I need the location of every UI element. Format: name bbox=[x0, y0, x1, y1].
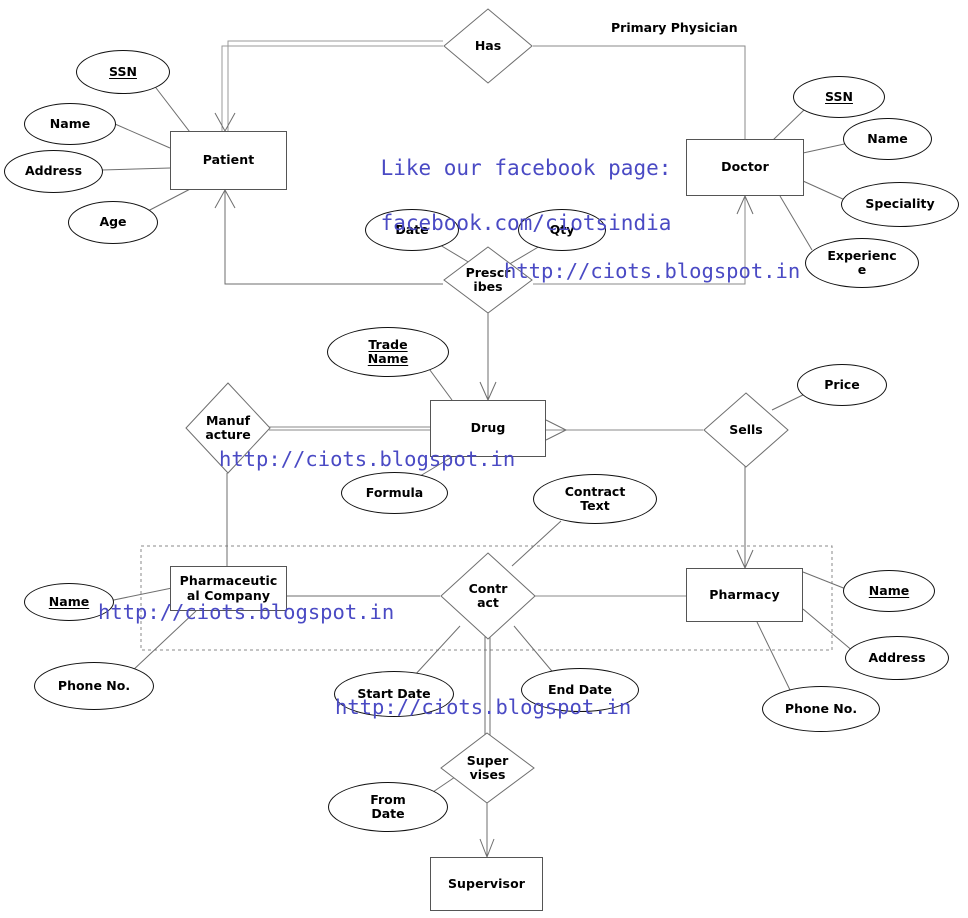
attribute-doctor-speciality-label: Speciality bbox=[865, 196, 935, 212]
attribute-patient-ssn-label: SSN bbox=[109, 63, 137, 79]
tradename-line1: Trade bbox=[368, 336, 408, 352]
entity-supervisor-label: Supervisor bbox=[447, 875, 526, 891]
watermark-blog-url-1: http://ciots.blogspot.in bbox=[504, 259, 801, 283]
contract-text-line2: Text bbox=[580, 498, 610, 513]
er-diagram-canvas: Patient Doctor Drug Pharmaceutic al Comp… bbox=[0, 0, 968, 918]
attribute-doctor-name[interactable]: Name bbox=[843, 118, 932, 160]
supervises-line2: vises bbox=[469, 767, 506, 782]
company-label-line1: Pharmaceutic bbox=[179, 572, 278, 588]
attribute-doctor-ssn[interactable]: SSN bbox=[793, 76, 885, 118]
attribute-drug-tradename[interactable]: Trade Name bbox=[327, 327, 449, 377]
fromdate-line1: From bbox=[370, 791, 406, 807]
edge-pharmacy-address bbox=[802, 608, 855, 653]
watermark-facebook-promo: Like our facebook page: facebook.com/cio… bbox=[330, 128, 672, 264]
watermark-blog-url-3: http://ciots.blogspot.in bbox=[98, 600, 395, 624]
attribute-drug-tradename-label: Trade Name bbox=[367, 336, 409, 367]
entity-pharmacy[interactable]: Pharmacy bbox=[686, 568, 803, 622]
attribute-drug-formula[interactable]: Formula bbox=[341, 472, 448, 514]
entity-drug-label: Drug bbox=[470, 420, 506, 436]
relationship-supervises-label: Super vises bbox=[467, 754, 509, 782]
edge-doctor-speciality bbox=[802, 180, 846, 201]
attribute-patient-ssn[interactable]: SSN bbox=[76, 50, 170, 94]
entity-doctor[interactable]: Doctor bbox=[686, 139, 804, 196]
attribute-doctor-experience[interactable]: Experienc e bbox=[805, 238, 919, 288]
attribute-pharmacy-phone-label: Phone No. bbox=[784, 700, 858, 716]
edge-pharmacy-phone bbox=[756, 621, 791, 691]
attribute-patient-name[interactable]: Name bbox=[24, 103, 116, 145]
edge-has-doctor bbox=[533, 45, 746, 139]
attribute-pharmacy-phone[interactable]: Phone No. bbox=[762, 686, 880, 732]
edge-doctor-experience bbox=[779, 195, 813, 251]
attribute-contract-text-label: Contract Text bbox=[564, 483, 626, 514]
tradename-line2: Name bbox=[367, 351, 409, 366]
attribute-contract-text[interactable]: Contract Text bbox=[533, 474, 657, 524]
contract-text-line1: Contract bbox=[564, 483, 626, 499]
attribute-sells-price-label: Price bbox=[824, 376, 860, 392]
attribute-pharmacy-name-label: Name bbox=[868, 582, 910, 598]
attribute-doctor-ssn-label: SSN bbox=[825, 88, 853, 104]
relationship-manufacture-label: Manuf acture bbox=[205, 414, 250, 442]
entity-pharmacy-label: Pharmacy bbox=[709, 586, 780, 602]
attribute-sells-price[interactable]: Price bbox=[797, 364, 887, 406]
edge-doctor-ssn-line bbox=[771, 109, 805, 142]
manufacture-line2: acture bbox=[205, 427, 251, 442]
attribute-patient-address[interactable]: Address bbox=[4, 150, 103, 193]
attribute-doctor-speciality[interactable]: Speciality bbox=[841, 182, 959, 227]
relationship-contract-label: Contr act bbox=[469, 582, 508, 610]
watermark-blog-url-4: http://ciots.blogspot.in bbox=[335, 695, 632, 719]
edge-patient-has-inner bbox=[227, 40, 443, 131]
attribute-company-phone-label: Phone No. bbox=[57, 677, 131, 693]
entity-supervisor[interactable]: Supervisor bbox=[430, 857, 543, 911]
entity-patient-label: Patient bbox=[202, 152, 255, 168]
contract-line2: act bbox=[477, 595, 499, 610]
fromdate-line2: Date bbox=[371, 806, 405, 821]
attribute-doctor-experience-label: Experienc e bbox=[827, 247, 897, 278]
watermark-facebook-line2: facebook.com/ciotsindia bbox=[380, 210, 672, 235]
crowfoot-patient-top bbox=[214, 112, 236, 132]
attribute-pharmacy-address[interactable]: Address bbox=[845, 636, 949, 680]
edge-patient-address bbox=[101, 167, 171, 171]
relationship-has-label: Has bbox=[474, 38, 502, 53]
attribute-patient-age-label: Age bbox=[99, 214, 127, 230]
relationship-supervises[interactable]: Super vises bbox=[440, 732, 535, 804]
attribute-supervises-from-date[interactable]: From Date bbox=[328, 782, 448, 832]
watermark-blog-url-2: http://ciots.blogspot.in bbox=[219, 447, 516, 471]
edge-label-primary-physician: Primary Physician bbox=[611, 20, 738, 35]
entity-doctor-label: Doctor bbox=[721, 159, 769, 175]
attribute-doctor-name-label: Name bbox=[867, 130, 908, 146]
experience-line2: e bbox=[857, 262, 867, 277]
attribute-supervises-from-date-label: From Date bbox=[370, 791, 406, 822]
edge-patient-has-outer bbox=[221, 45, 443, 131]
attribute-patient-age[interactable]: Age bbox=[68, 201, 158, 244]
attribute-pharmacy-name[interactable]: Name bbox=[843, 570, 935, 612]
entity-patient[interactable]: Patient bbox=[170, 131, 287, 190]
manufacture-line1: Manuf bbox=[205, 413, 251, 428]
relationship-sells[interactable]: Sells bbox=[703, 392, 789, 468]
attribute-company-name-label: Name bbox=[48, 593, 90, 609]
edge-patient-name bbox=[114, 123, 171, 149]
watermark-facebook-line1: Like our facebook page: bbox=[380, 156, 672, 181]
attribute-company-phone[interactable]: Phone No. bbox=[34, 662, 154, 710]
supervises-line1: Super bbox=[466, 753, 509, 768]
relationship-sells-label: Sells bbox=[729, 422, 763, 437]
edge-doctor-name bbox=[802, 142, 850, 154]
attribute-patient-name-label: Name bbox=[49, 115, 91, 131]
relationship-has[interactable]: Has bbox=[443, 8, 533, 84]
experience-line1: Experienc bbox=[827, 247, 897, 263]
prescribes-line2: ibes bbox=[473, 279, 503, 294]
relationship-contract[interactable]: Contr act bbox=[440, 552, 536, 640]
attribute-pharmacy-address-label: Address bbox=[868, 649, 926, 665]
attribute-drug-formula-label: Formula bbox=[365, 484, 424, 500]
attribute-patient-address-label: Address bbox=[24, 163, 83, 179]
contract-line1: Contr bbox=[468, 581, 508, 596]
